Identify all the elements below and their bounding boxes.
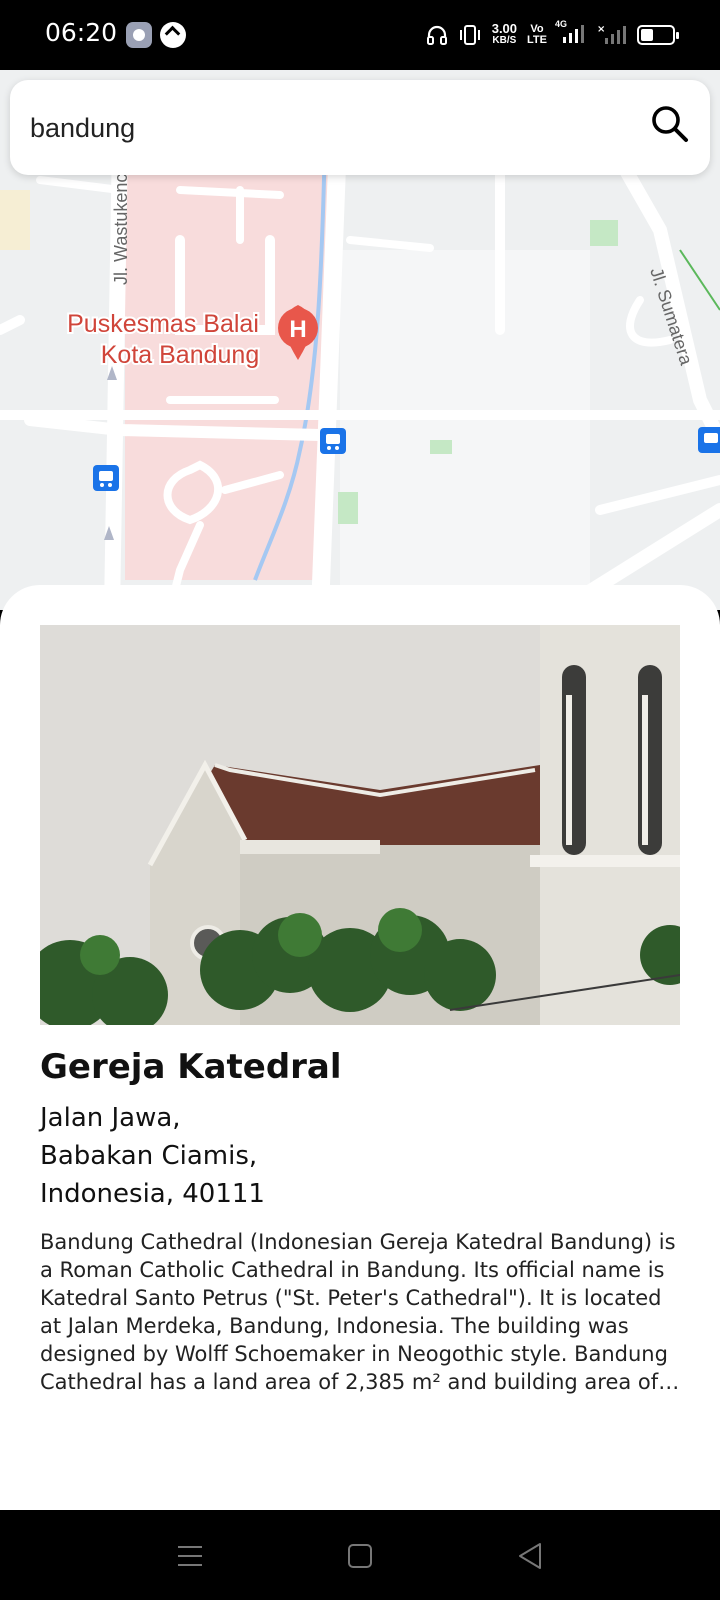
status-bar: 06:20 3.00 KB/S Vo LTE 4G × bbox=[0, 0, 720, 70]
headphones-icon bbox=[426, 25, 447, 45]
status-time: 06:20 bbox=[45, 18, 118, 47]
back-icon[interactable] bbox=[512, 1538, 548, 1574]
place-photo bbox=[40, 625, 680, 1025]
network-speed: 3.00 KB/S bbox=[491, 21, 518, 47]
bus-stop-icon[interactable] bbox=[698, 427, 720, 453]
search-input[interactable] bbox=[30, 108, 630, 148]
svg-text:×: × bbox=[597, 24, 605, 35]
park-1 bbox=[590, 220, 618, 246]
menu-button[interactable] bbox=[172, 1538, 208, 1574]
address-line-3: Indonesia, 40111 bbox=[40, 1179, 265, 1209]
home-button[interactable] bbox=[342, 1538, 378, 1574]
vibrate-icon bbox=[459, 25, 480, 45]
network-type: 4G bbox=[555, 18, 568, 29]
status-indicators: 3.00 KB/S Vo LTE 4G × bbox=[426, 18, 679, 52]
search-icon[interactable] bbox=[648, 102, 692, 146]
volte-bottom: LTE bbox=[527, 34, 547, 46]
menu-icon[interactable] bbox=[172, 1538, 208, 1574]
address-line-1: Jalan Jawa, bbox=[40, 1103, 181, 1133]
settings-notification-icon bbox=[126, 22, 152, 48]
park-3 bbox=[338, 492, 358, 524]
bus-stop-icon[interactable] bbox=[320, 428, 346, 454]
volte-indicator: Vo LTE bbox=[527, 24, 547, 46]
search-bar bbox=[10, 80, 710, 175]
cathedral-photo-image bbox=[40, 625, 680, 1025]
address-line-2: Babakan Ciamis, bbox=[40, 1141, 258, 1171]
search-button[interactable] bbox=[648, 102, 692, 146]
place-name: Gereja Katedral bbox=[40, 1047, 342, 1087]
navigation-notification-icon bbox=[160, 22, 186, 48]
network-speed-unit: KB/S bbox=[492, 35, 517, 46]
bus-stop-icon[interactable] bbox=[93, 465, 119, 491]
network-speed-value: 3.00 bbox=[491, 21, 518, 36]
poi-label-line2[interactable]: Kota Bandung bbox=[99, 339, 261, 371]
park-2 bbox=[430, 440, 452, 454]
place-detail-card: Gereja Katedral Jalan Jawa, Babakan Ciam… bbox=[0, 585, 720, 1510]
signal-sim2-icon: × bbox=[597, 24, 626, 44]
poi-label-line1[interactable]: Puskesmas Balai bbox=[65, 308, 261, 340]
battery-icon bbox=[637, 25, 679, 45]
hospital-marker-letter: H bbox=[289, 316, 306, 343]
home-icon[interactable] bbox=[342, 1538, 378, 1574]
place-description: Bandung Cathedral (Indonesian Gereja Kat… bbox=[40, 1230, 676, 1394]
system-navigation-bar bbox=[0, 1510, 720, 1600]
signal-sim1: 4G bbox=[555, 19, 587, 48]
back-button[interactable] bbox=[512, 1538, 548, 1574]
